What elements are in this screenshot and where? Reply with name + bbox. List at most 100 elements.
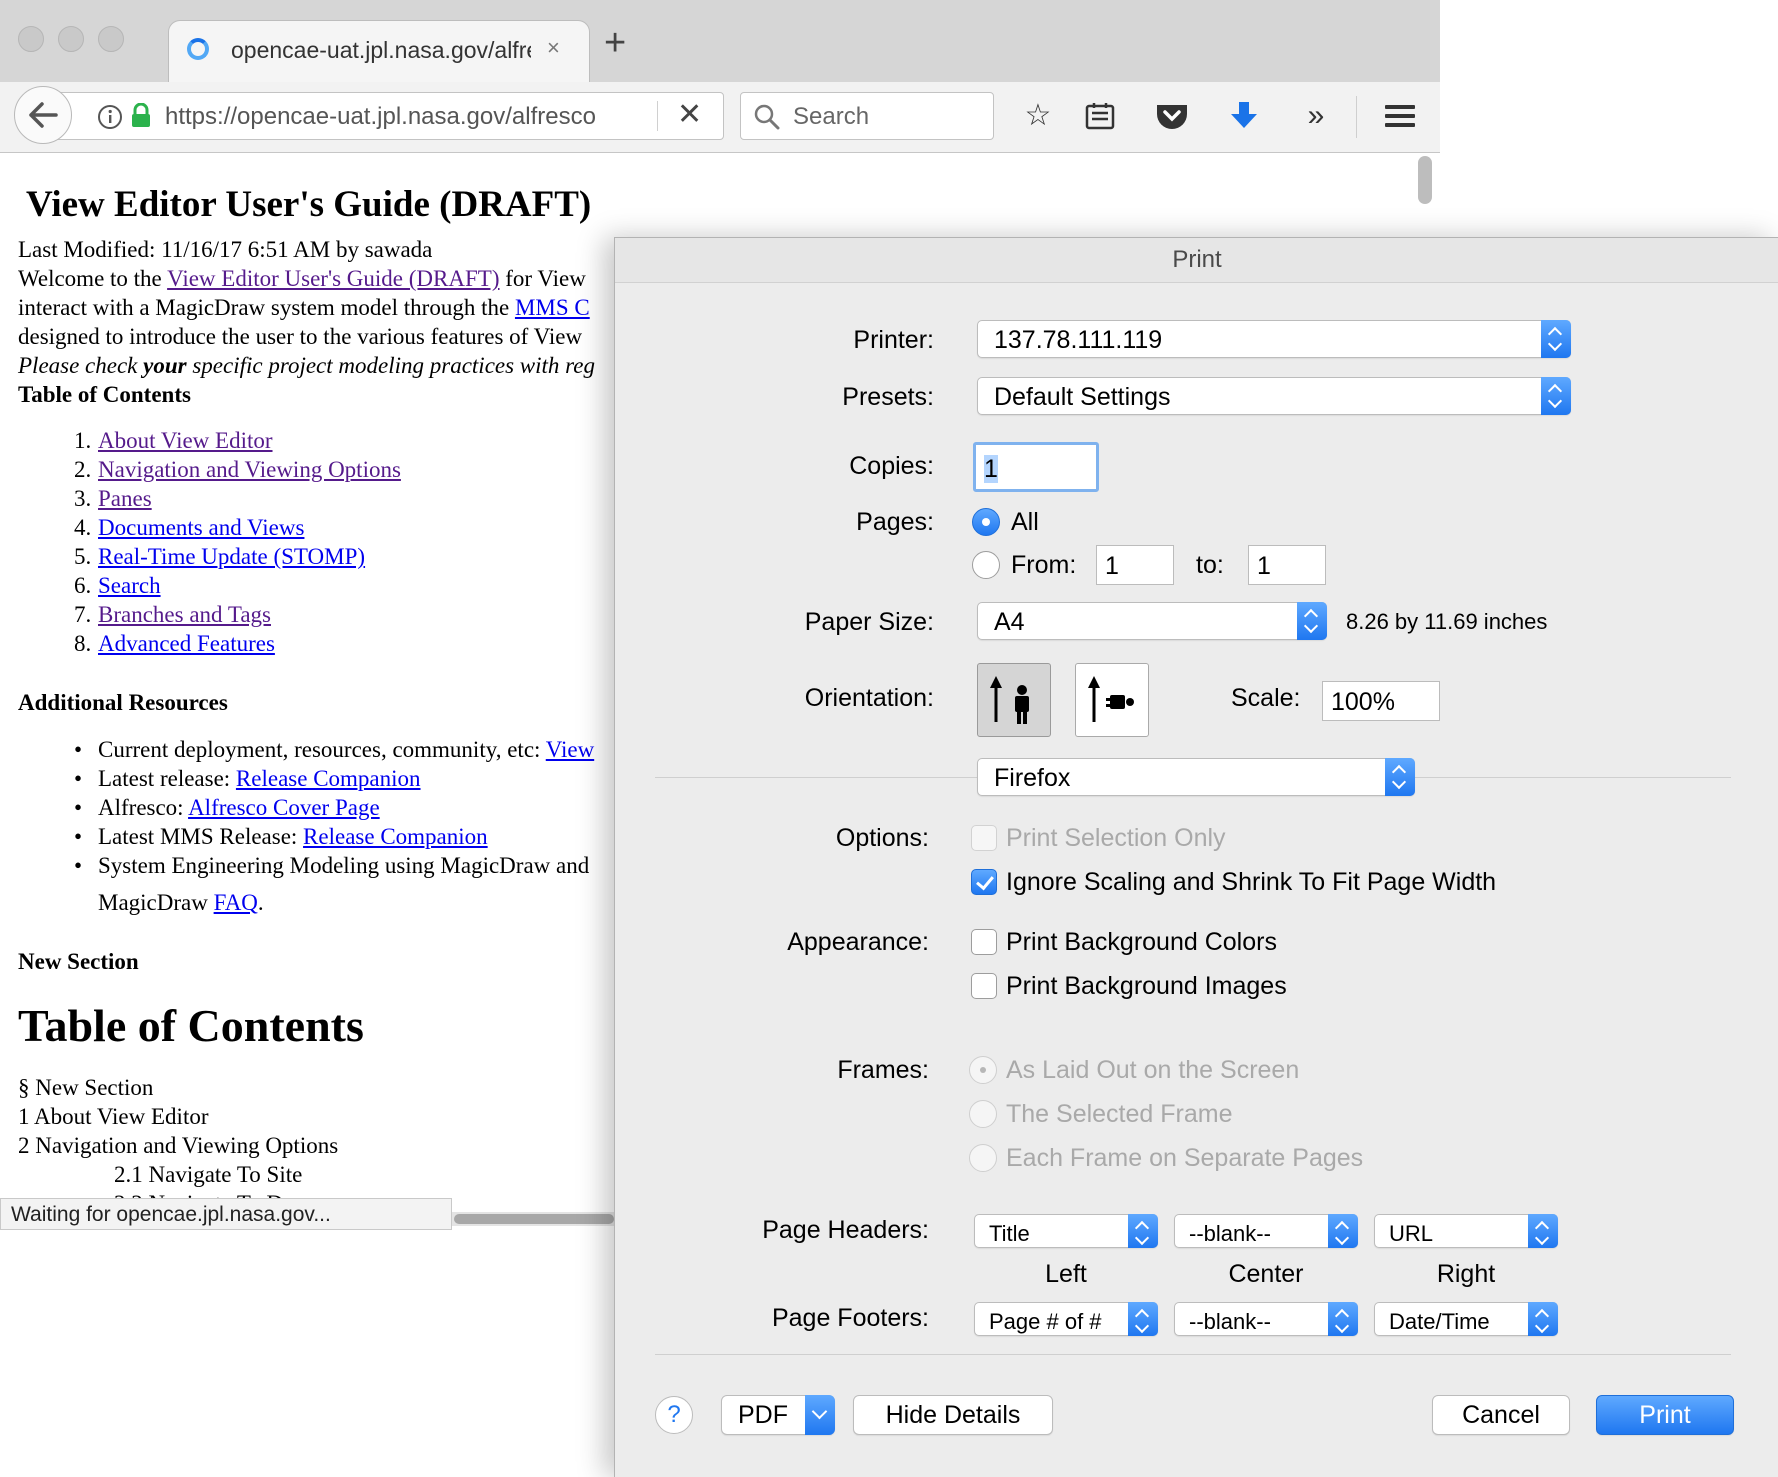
vertical-scrollbar-thumb[interactable] — [1418, 156, 1432, 204]
presets-select[interactable]: Default Settings — [977, 377, 1571, 415]
close-window-button[interactable] — [18, 26, 44, 52]
toc-link[interactable]: Panes — [98, 486, 152, 512]
printer-select[interactable]: 137.78.111.119 — [977, 320, 1571, 358]
frame-selected-radio[interactable] — [969, 1100, 997, 1128]
toc-link[interactable]: About View Editor — [98, 428, 273, 454]
print-button[interactable]: Print — [1596, 1395, 1734, 1435]
footer-right-select[interactable]: Date/Time — [1374, 1302, 1558, 1336]
bg-colors-checkbox[interactable] — [971, 929, 997, 955]
toc-link[interactable]: Real-Time Update (STOMP) — [98, 544, 365, 570]
tab-close-button[interactable]: × — [547, 35, 560, 61]
search-box[interactable]: Search — [740, 92, 994, 140]
frame-as-laid-radio[interactable] — [969, 1056, 997, 1084]
resource-item: Alfresco: Alfresco Cover Page — [98, 795, 380, 820]
browser-tab[interactable]: opencae-uat.jpl.nasa.gov/alfresco × — [168, 20, 590, 84]
chevron-down-icon — [805, 1395, 835, 1435]
shrink-to-fit-checkbox[interactable] — [971, 869, 997, 895]
faq-link[interactable]: FAQ — [214, 890, 258, 915]
help-button[interactable]: ? — [655, 1396, 693, 1434]
toc2-item[interactable]: 2 Navigation and Viewing Options — [18, 1133, 338, 1159]
header-left-select[interactable]: Title — [974, 1214, 1158, 1248]
lock-icon[interactable] — [129, 103, 153, 129]
copies-value: 1 — [984, 455, 998, 483]
section-value: Firefox — [994, 764, 1071, 792]
url-bar[interactable]: https://opencae-uat.jpl.nasa.gov/alfresc… — [44, 92, 724, 140]
toc-heading: Table of Contents — [18, 382, 191, 407]
frame-each-label: Each Frame on Separate Pages — [1006, 1144, 1364, 1172]
page-headers-label: Page Headers: — [762, 1216, 929, 1244]
resource-item: System Engineering Modeling using MagicD… — [98, 853, 590, 878]
chevron-updown-icon — [1328, 1214, 1358, 1248]
toc-link[interactable]: Advanced Features — [98, 631, 275, 657]
info-icon[interactable] — [97, 104, 123, 130]
cancel-button[interactable]: Cancel — [1432, 1395, 1570, 1435]
header-center-value: --blank-- — [1189, 1221, 1271, 1246]
header-right-select[interactable]: URL — [1374, 1214, 1558, 1248]
stop-icon[interactable]: ✕ — [677, 97, 702, 132]
presets-label: Presets: — [842, 383, 934, 411]
scale-field[interactable]: 100% — [1322, 681, 1440, 721]
footer-left-select[interactable]: Page # of # — [974, 1302, 1158, 1336]
header-center-select[interactable]: --blank-- — [1174, 1214, 1358, 1248]
toc-link[interactable]: Navigation and Viewing Options — [98, 457, 401, 483]
hamburger-menu-icon[interactable] — [1380, 98, 1420, 134]
footer-center-select[interactable]: --blank-- — [1174, 1302, 1358, 1336]
printer-label: Printer: — [853, 326, 934, 354]
bookmark-star-icon[interactable]: ☆ — [1018, 98, 1058, 134]
pages-to-field[interactable]: 1 — [1248, 545, 1326, 585]
toc2-item[interactable]: § New Section — [18, 1075, 153, 1101]
paper-size-value: A4 — [994, 608, 1025, 636]
url-text[interactable]: https://opencae-uat.jpl.nasa.gov/alfresc… — [165, 103, 655, 131]
new-section-heading: New Section — [18, 949, 139, 974]
column-right-label: Right — [1436, 1260, 1496, 1288]
toc-link[interactable]: Documents and Views — [98, 515, 304, 541]
guide-link[interactable]: View Editor User's Guide (DRAFT) — [167, 266, 499, 291]
resource-link[interactable]: Release Companion — [236, 766, 421, 791]
mms-link[interactable]: MMS C — [515, 295, 590, 320]
options-label: Options: — [835, 824, 929, 852]
pocket-icon[interactable] — [1152, 98, 1192, 134]
zoom-window-button[interactable] — [98, 26, 124, 52]
pages-range-radio[interactable] — [972, 551, 1000, 579]
chevron-updown-icon — [1128, 1302, 1158, 1336]
chevron-updown-icon — [1528, 1302, 1558, 1336]
overflow-icon[interactable]: » — [1296, 98, 1336, 134]
pages-from-field[interactable]: 1 — [1096, 545, 1174, 585]
toc2-subitem[interactable]: 2.1 Navigate To Site — [114, 1162, 302, 1188]
landscape-button[interactable] — [1075, 663, 1149, 737]
toc2-item[interactable]: 1 About View Editor — [18, 1104, 209, 1130]
back-button[interactable] — [14, 86, 72, 144]
paper-size-select[interactable]: A4 — [977, 602, 1327, 640]
hide-details-button[interactable]: Hide Details — [853, 1395, 1053, 1435]
copies-field[interactable]: 1 — [973, 442, 1099, 492]
toc-item-number: 4. — [74, 515, 92, 540]
resource-item: Latest release: Release Companion — [98, 766, 421, 791]
bullet: • — [74, 766, 83, 791]
intro-line-4: Please check your specific project model… — [18, 353, 595, 378]
print-selection-checkbox[interactable] — [971, 825, 997, 851]
resource-link[interactable]: View — [546, 737, 594, 762]
resource-link[interactable]: Alfresco Cover Page — [188, 795, 380, 820]
portrait-button[interactable] — [977, 663, 1051, 737]
pdf-menu-button[interactable]: PDF — [721, 1395, 835, 1435]
toc2-heading: Table of Contents — [18, 1000, 364, 1051]
frame-each-radio[interactable] — [969, 1144, 997, 1172]
scale-label: Scale: — [1231, 684, 1301, 712]
new-tab-button[interactable]: + — [604, 24, 626, 62]
printer-value: 137.78.111.119 — [994, 326, 1163, 354]
bg-images-checkbox[interactable] — [971, 973, 997, 999]
minimize-window-button[interactable] — [58, 26, 84, 52]
toc-link[interactable]: Branches and Tags — [98, 602, 271, 628]
frames-label: Frames: — [837, 1056, 929, 1084]
section-select[interactable]: Firefox — [977, 758, 1415, 796]
pages-all-radio[interactable] — [972, 508, 1000, 536]
reading-list-icon[interactable] — [1080, 98, 1120, 134]
resource-link[interactable]: Release Companion — [303, 824, 488, 849]
toc-link[interactable]: Search — [98, 573, 161, 599]
pdf-label: PDF — [738, 1401, 788, 1429]
dialog-title: Print — [615, 238, 1778, 283]
horizontal-scrollbar-thumb[interactable] — [454, 1214, 614, 1224]
back-arrow-icon — [29, 102, 58, 128]
download-icon[interactable] — [1224, 98, 1264, 134]
chevron-updown-icon — [1297, 602, 1327, 640]
